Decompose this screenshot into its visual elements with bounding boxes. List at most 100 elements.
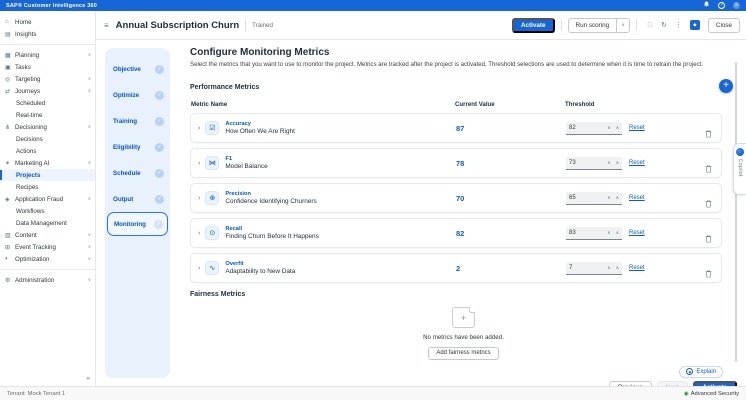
run-scoring-button[interactable]: Run scoring <box>568 18 618 33</box>
sidebar-item-targeting[interactable]: ◎ Targeting ∨ <box>0 73 95 85</box>
delete-metric-icon[interactable] <box>705 265 712 283</box>
sidebar-item-application-fraud[interactable]: ◈ Application Fraud ∧ <box>0 193 95 205</box>
sidebar-item-decisions[interactable]: Decisions <box>0 133 95 145</box>
sidebar-item-event-tracking[interactable]: ⊞ Event Tracking ∨ <box>0 241 95 253</box>
vertical-scrollbar[interactable] <box>735 62 737 362</box>
expand-chevron-icon[interactable]: › <box>198 125 200 132</box>
delete-metric-icon[interactable] <box>705 195 712 213</box>
app-window: SAP® Customer Intelligence 360 ? S ⌂ Hom… <box>0 0 746 400</box>
expand-chevron-icon[interactable]: › <box>198 195 200 202</box>
stepper-up-icon[interactable]: ∧ <box>616 195 619 201</box>
stepper-up-icon[interactable]: ∧ <box>616 160 619 166</box>
metric-row-overfit: › ∿ Overfit Adaptability to New Data 2 7… <box>190 253 722 283</box>
delete-metric-icon[interactable] <box>705 125 712 143</box>
sidebar-item-workflows[interactable]: Workflows <box>0 205 95 217</box>
sidebar-item-tasks[interactable]: ▣ Tasks <box>0 61 95 73</box>
main-sidebar: ⌂ Home ▤ Insights ▦ Planning ∨ ▣ Tasks ◎… <box>0 11 96 386</box>
sidebar-item-actions[interactable]: Actions <box>0 145 95 157</box>
stepper-up-icon[interactable]: ∧ <box>616 265 619 271</box>
threshold-stepper[interactable]: 82 ∨∧ <box>566 122 622 135</box>
sidebar-collapse-icon[interactable]: « <box>87 376 90 382</box>
chevron-up-icon: ∧ <box>88 88 91 94</box>
tasks-icon: ▣ <box>5 64 15 71</box>
stepper-down-icon[interactable]: ∨ <box>607 195 610 201</box>
chevron-down-icon: ∨ <box>88 52 91 58</box>
reset-link[interactable]: Reset <box>629 230 645 236</box>
administration-gear-icon: ⚙ <box>5 277 15 284</box>
stepper-down-icon[interactable]: ∨ <box>607 265 610 271</box>
chevron-down-icon: ∨ <box>88 232 91 238</box>
delete-metric-icon[interactable] <box>705 160 712 178</box>
reset-link[interactable]: Reset <box>629 195 645 201</box>
sidebar-item-scheduled[interactable]: Scheduled <box>0 97 95 109</box>
threshold-stepper[interactable]: 65 ∨∧ <box>566 192 622 205</box>
sidebar-item-optimization[interactable]: ◐ Optimization ∨ <box>0 253 95 265</box>
expand-chevron-icon[interactable]: › <box>198 160 200 167</box>
security-status-icon: ◉ <box>684 391 689 397</box>
step-schedule[interactable]: Schedule ✓ <box>105 160 170 186</box>
metric-row-f1: › ⋈ F1 Model Balance 78 73 ∨∧ Reset <box>190 148 722 178</box>
project-menu-icon[interactable]: ≡ <box>104 21 109 30</box>
delete-metric-icon[interactable] <box>705 230 712 248</box>
performance-metrics-header: Performance Metrics + <box>190 76 737 94</box>
stepper-up-icon[interactable]: ∧ <box>616 125 619 131</box>
column-threshold: Threshold <box>565 101 594 108</box>
threshold-stepper[interactable]: 83 ∨∧ <box>566 227 622 240</box>
sidebar-item-administration[interactable]: ⚙ Administration ∨ <box>0 274 95 286</box>
step-training[interactable]: Training ✓ <box>105 108 170 134</box>
metric-name-link[interactable]: Recall <box>225 226 318 232</box>
copilot-tab[interactable]: Copilot <box>733 143 746 195</box>
activate-button[interactable]: Activate <box>512 18 555 33</box>
sidebar-item-insights[interactable]: ▤ Insights <box>0 28 95 40</box>
step-monitoring[interactable]: Monitoring ✓ <box>107 212 168 236</box>
step-objective[interactable]: Objective ✓ <box>105 56 170 82</box>
stepper-down-icon[interactable]: ∨ <box>607 160 610 166</box>
overflow-menu-icon[interactable]: ⋮ <box>675 22 682 29</box>
step-optimize[interactable]: Optimize ✓ <box>105 82 170 108</box>
ai-assistant-icon[interactable]: ◆ <box>690 20 700 30</box>
reset-link[interactable]: Reset <box>629 160 645 166</box>
sidebar-item-recipes[interactable]: Recipes <box>0 181 95 193</box>
add-fairness-metrics-button[interactable]: Add fairness metrics <box>428 347 498 360</box>
step-eligibility[interactable]: Eligibility ✓ <box>105 134 170 160</box>
sidebar-item-content[interactable]: ▥ Content ∨ <box>0 229 95 241</box>
sidebar-item-decisioning[interactable]: ⋔ Decisioning ∧ <box>0 121 95 133</box>
metric-name-link[interactable]: F1 <box>225 156 267 162</box>
user-avatar[interactable]: S <box>733 2 740 9</box>
explain-button[interactable]: ◆ Explain <box>679 366 723 378</box>
add-metric-button[interactable]: + <box>719 79 733 93</box>
stepper-down-icon[interactable]: ∨ <box>607 125 610 131</box>
reset-link[interactable]: Reset <box>629 125 645 131</box>
step-output[interactable]: Output ✓ <box>105 186 170 212</box>
expand-chevron-icon[interactable]: › <box>198 265 200 272</box>
sidebar-item-planning[interactable]: ▦ Planning ∨ <box>0 49 95 61</box>
reset-link[interactable]: Reset <box>629 265 645 271</box>
stepper-up-icon[interactable]: ∧ <box>616 230 619 236</box>
sidebar-item-journeys[interactable]: ⇄ Journeys ∧ <box>0 85 95 97</box>
sidebar-item-marketing-ai[interactable]: ✶ Marketing AI ∧ <box>0 157 95 169</box>
threshold-stepper[interactable]: 73 ∨∧ <box>566 157 622 170</box>
threshold-stepper[interactable]: 7 ∨∧ <box>566 262 622 275</box>
sidebar-item-real-time[interactable]: Real-time <box>0 109 95 121</box>
sidebar-divider <box>0 44 95 45</box>
close-button[interactable]: Close <box>708 18 740 33</box>
targeting-icon: ◎ <box>5 76 15 83</box>
sidebar-item-projects[interactable]: Projects <box>0 169 95 181</box>
header-divider <box>636 19 637 31</box>
sidebar-item-home[interactable]: ⌂ Home <box>0 16 95 28</box>
step-complete-check-icon: ✓ <box>154 220 163 229</box>
copilot-icon <box>736 148 744 156</box>
stepper-down-icon[interactable]: ∨ <box>607 230 610 236</box>
fairness-empty-text: No metrics have been added. <box>190 334 737 341</box>
run-scoring-chevron-icon[interactable]: ∨ <box>617 18 630 33</box>
help-icon[interactable]: ? <box>718 2 725 9</box>
metric-name-link[interactable]: Precision <box>225 191 316 197</box>
notifications-bell-icon[interactable] <box>703 1 710 10</box>
fairness-empty-state: + No metrics have been added. Add fairne… <box>190 307 737 360</box>
metric-name-link[interactable]: Overfit <box>225 261 295 267</box>
expand-chevron-icon[interactable]: › <box>198 230 200 237</box>
metric-name-link[interactable]: Accuracy <box>225 121 295 127</box>
sidebar-item-data-management[interactable]: Data Management <box>0 217 95 229</box>
accuracy-icon: ☑ <box>205 121 219 135</box>
refresh-icon[interactable]: ↻ <box>661 22 667 29</box>
